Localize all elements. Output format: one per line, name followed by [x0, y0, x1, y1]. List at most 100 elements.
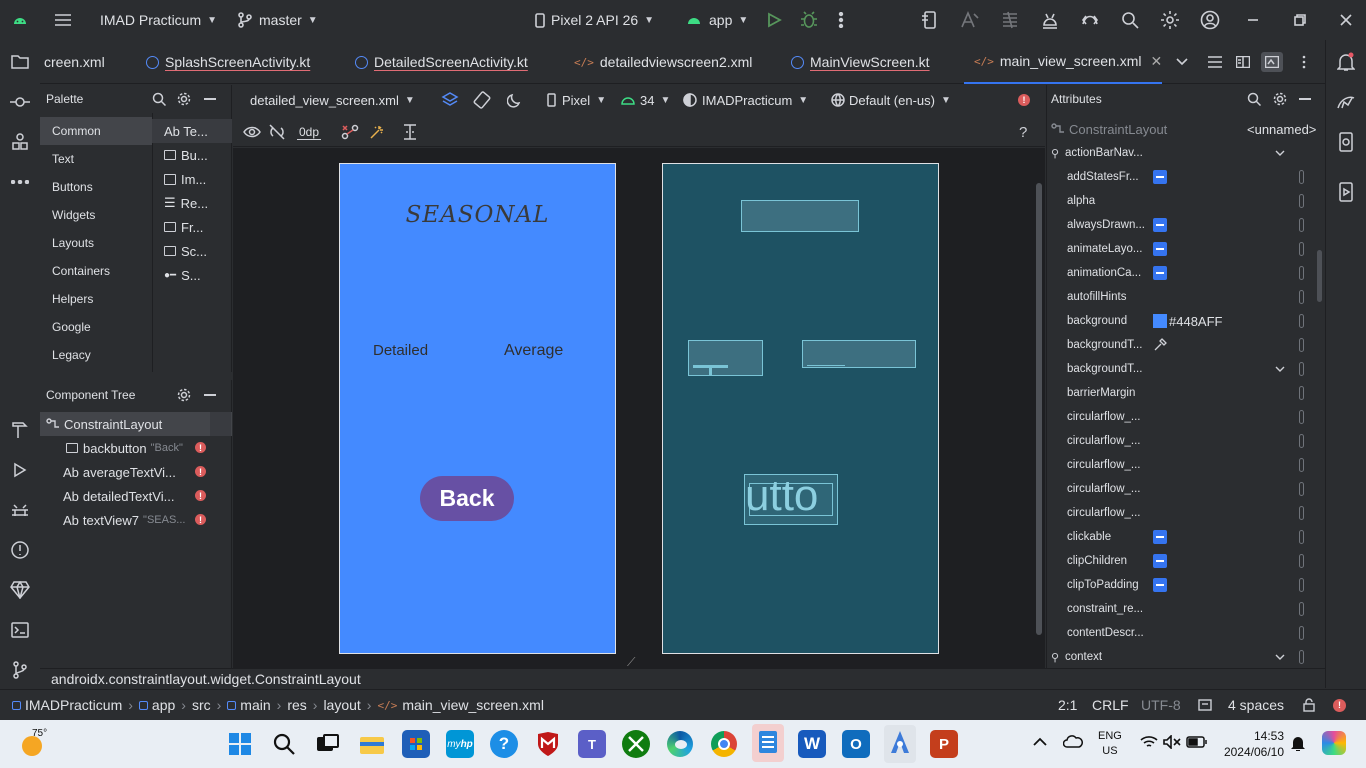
- chevron-down-icon[interactable]: [1275, 366, 1285, 372]
- more-actions-icon[interactable]: [838, 0, 844, 40]
- guidelines-icon[interactable]: [402, 117, 418, 147]
- notepad-icon[interactable]: [752, 724, 784, 762]
- error-icon[interactable]: !: [195, 466, 206, 477]
- palette-item-imageview[interactable]: Im...: [152, 167, 232, 191]
- attribute-picker[interactable]: [1153, 338, 1167, 352]
- close-tab-icon[interactable]: ✕: [1150, 53, 1162, 70]
- attribute-reference-icon[interactable]: [1299, 530, 1304, 544]
- search-icon[interactable]: [1121, 0, 1139, 40]
- account-icon[interactable]: [1200, 0, 1220, 40]
- attributes-minimize-icon[interactable]: [1299, 98, 1311, 100]
- design-preview-screen[interactable]: SEASONAL Detailed Average Back: [339, 163, 616, 654]
- blueprint-average-box[interactable]: [802, 340, 916, 368]
- teams-icon[interactable]: T: [578, 730, 606, 758]
- branch-selector[interactable]: master ▼: [238, 0, 318, 40]
- error-icon[interactable]: !: [195, 490, 206, 501]
- attributes-scrollbar[interactable]: [1317, 250, 1322, 302]
- night-mode-icon[interactable]: [507, 85, 523, 115]
- attribute-checkbox[interactable]: [1153, 266, 1167, 280]
- notifications-icon[interactable]: [1326, 46, 1366, 78]
- wifi-icon[interactable]: [1140, 735, 1158, 749]
- attribute-reference-icon[interactable]: [1299, 290, 1304, 304]
- attribute-row[interactable]: circularflow_...: [1047, 405, 1326, 429]
- view-id[interactable]: <unnamed>: [1247, 122, 1316, 137]
- render-error-icon[interactable]: !: [1018, 85, 1030, 115]
- run-config-selector[interactable]: app ▼: [686, 0, 748, 40]
- attribute-row[interactable]: alpha: [1047, 189, 1326, 213]
- chevron-down-icon[interactable]: [1275, 150, 1285, 156]
- blueprint-preview-screen[interactable]: utto: [662, 163, 939, 654]
- design-surface-icon[interactable]: [441, 85, 459, 115]
- file-encoding[interactable]: UTF-8: [1141, 690, 1181, 720]
- attribute-row[interactable]: circularflow_...: [1047, 453, 1326, 477]
- palette-item-switch[interactable]: ●━ S...: [152, 263, 232, 287]
- android-studio-taskbar-icon[interactable]: [884, 725, 916, 763]
- main-menu-icon[interactable]: [54, 0, 72, 40]
- blueprint-title-box[interactable]: [741, 200, 859, 232]
- attribute-row[interactable]: contentDescr...: [1047, 621, 1326, 645]
- terminal-icon[interactable]: [0, 614, 40, 646]
- battery-icon[interactable]: [1186, 735, 1208, 749]
- split-view-icon[interactable]: [1236, 40, 1250, 84]
- canvas-scrollbar[interactable]: [1036, 183, 1042, 635]
- blueprint-detailed-box[interactable]: [688, 340, 763, 376]
- tab-detailedviewscreen2[interactable]: </> detailedviewscreen2.xml: [574, 40, 752, 84]
- attribute-row[interactable]: alwaysDrawn...: [1047, 213, 1326, 237]
- attribute-checkbox[interactable]: [1153, 578, 1167, 592]
- layout-file-selector[interactable]: detailed_view_screen.xml ▼: [250, 85, 415, 115]
- run-tool-icon[interactable]: [0, 454, 40, 486]
- minimize-window-icon[interactable]: [1247, 0, 1259, 40]
- code-view-icon[interactable]: [1208, 40, 1222, 84]
- attribute-reference-icon[interactable]: [1299, 386, 1304, 400]
- tab-more-icon[interactable]: [1302, 40, 1306, 84]
- tab-main-view-screen-xml[interactable]: </> main_view_screen.xml ✕: [964, 40, 1162, 84]
- palette-item-button[interactable]: Bu...: [152, 143, 232, 167]
- close-window-icon[interactable]: [1340, 0, 1352, 40]
- attribute-reference-icon[interactable]: [1299, 218, 1304, 232]
- volume-muted-icon[interactable]: [1163, 735, 1181, 749]
- orientation-icon[interactable]: [473, 85, 491, 115]
- attribute-row[interactable]: barrierMargin: [1047, 381, 1326, 405]
- palette-category-containers[interactable]: Containers: [40, 257, 152, 285]
- attribute-row[interactable]: clipChildren: [1047, 549, 1326, 573]
- running-devices-icon[interactable]: [1326, 176, 1366, 208]
- file-explorer-icon[interactable]: [358, 730, 386, 758]
- attribute-row[interactable]: circularflow_...: [1047, 501, 1326, 525]
- onedrive-icon[interactable]: [1063, 734, 1083, 748]
- attribute-row[interactable]: animateLayo...: [1047, 237, 1326, 261]
- attribute-row[interactable]: circularflow_...: [1047, 429, 1326, 453]
- clock[interactable]: 14:53 2024/06/10: [1222, 728, 1284, 760]
- tabs-dropdown-icon[interactable]: [1176, 40, 1188, 84]
- clear-constraints-icon[interactable]: [341, 117, 359, 147]
- attribute-color-value[interactable]: #448AFF: [1153, 314, 1222, 329]
- attribute-reference-icon[interactable]: [1299, 554, 1304, 568]
- design-canvas[interactable]: SEASONAL Detailed Average Back utto ⟋: [233, 148, 1045, 669]
- tree-node-average-textview[interactable]: Ab averageTextVi... !: [40, 460, 232, 484]
- settings-icon[interactable]: [1160, 0, 1180, 40]
- word-icon[interactable]: W: [798, 730, 826, 758]
- palette-category-widgets[interactable]: Widgets: [40, 201, 152, 229]
- weather-icon[interactable]: 75°: [20, 728, 48, 758]
- more-tools-icon[interactable]: [0, 166, 40, 198]
- outlook-icon[interactable]: O: [842, 730, 870, 758]
- commit-icon[interactable]: [0, 86, 40, 118]
- blueprint-back-button[interactable]: utto: [744, 474, 838, 525]
- palette-category-layouts[interactable]: Layouts: [40, 229, 152, 257]
- breadcrumb-item[interactable]: IMADPracticum: [25, 697, 122, 713]
- infer-constraints-icon[interactable]: [369, 117, 385, 147]
- attribute-reference-icon[interactable]: [1299, 170, 1304, 184]
- tree-node-textview7[interactable]: Ab textView7 "SEAS... !: [40, 508, 232, 532]
- attribute-reference-icon[interactable]: [1299, 434, 1304, 448]
- theme-selector[interactable]: IMADPracticum ▼: [683, 85, 808, 115]
- resource-manager-icon[interactable]: [0, 126, 40, 158]
- attribute-row[interactable]: constraint_re...: [1047, 597, 1326, 621]
- attribute-checkbox[interactable]: [1153, 554, 1167, 568]
- status-error-icon[interactable]: !: [1333, 690, 1346, 720]
- locale-selector[interactable]: Default (en-us) ▼: [831, 85, 951, 115]
- component-tree-minimize-icon[interactable]: [204, 394, 216, 396]
- device-selector[interactable]: Pixel 2 API 26 ▼: [535, 0, 654, 40]
- help-icon[interactable]: ?: [1019, 117, 1027, 147]
- get-help-icon[interactable]: ?: [490, 730, 518, 758]
- attribute-checkbox[interactable]: [1153, 242, 1167, 256]
- palette-item-recyclerview[interactable]: ☰ Re...: [152, 191, 232, 215]
